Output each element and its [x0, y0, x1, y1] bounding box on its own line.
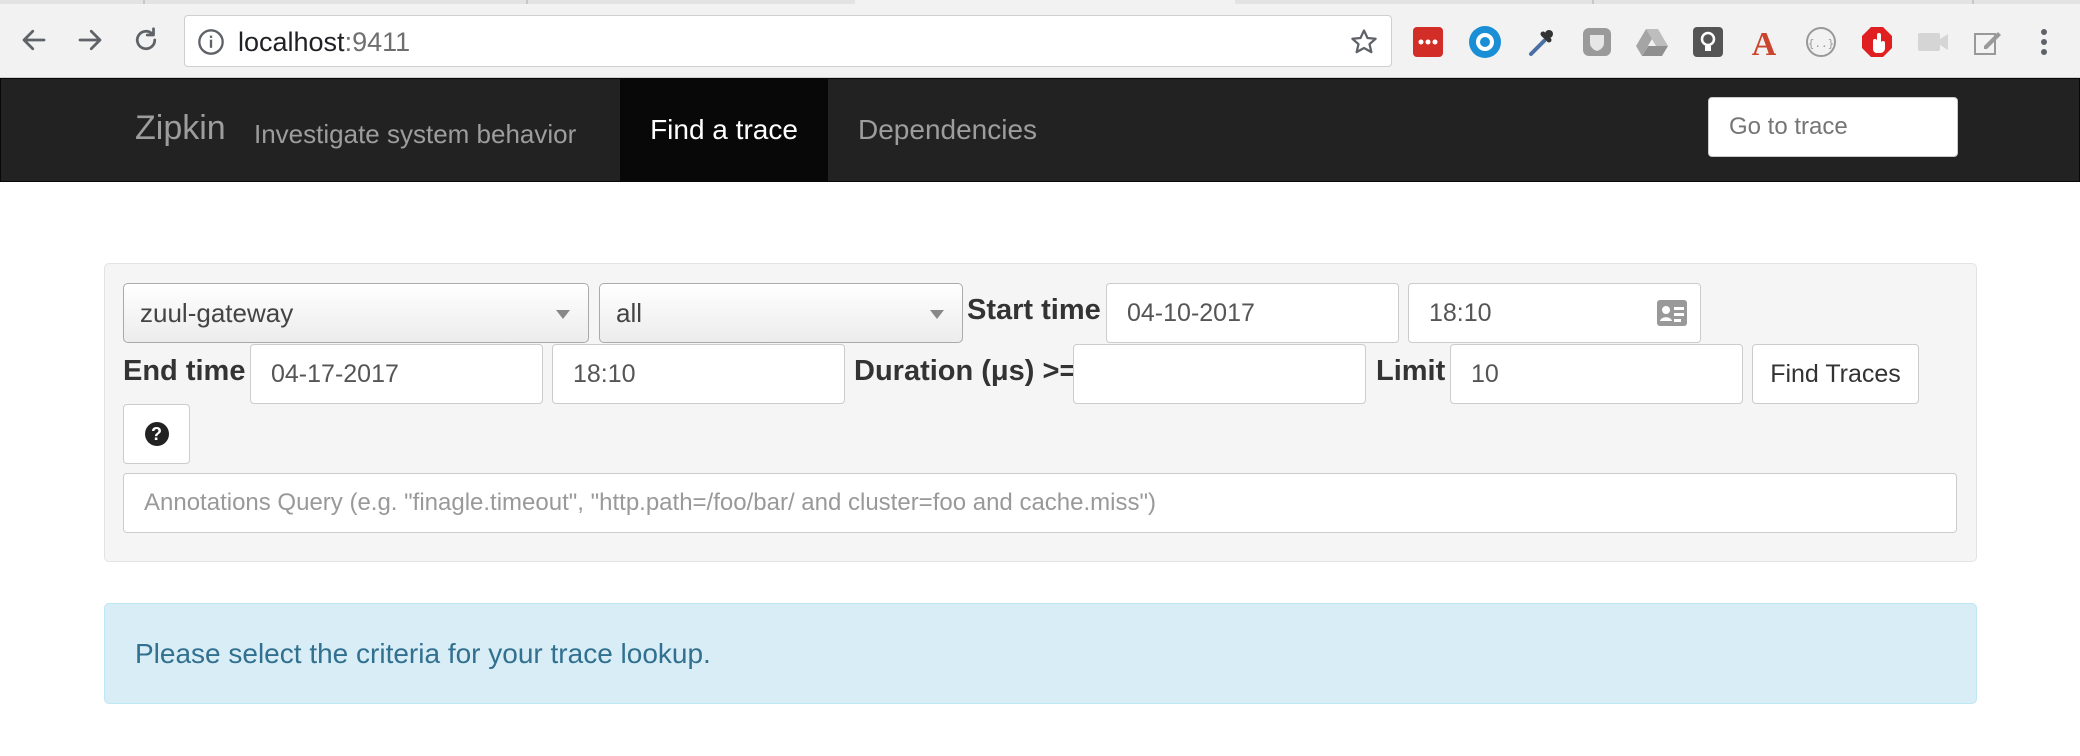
app-navbar: Zipkin Investigate system behavior Find … [0, 78, 2080, 182]
limit-label: Limit [1376, 355, 1446, 387]
forward-arrow-icon [78, 29, 102, 51]
info-icon[interactable] [197, 28, 225, 56]
limit-input[interactable]: 10 [1450, 344, 1743, 404]
brand-tagline: Investigate system behavior [254, 119, 577, 149]
info-alert: Please select the criteria for your trac… [104, 603, 1977, 704]
service-select[interactable]: zuul-gateway [123, 283, 589, 343]
back-button[interactable] [16, 22, 52, 58]
reload-button[interactable] [128, 22, 164, 58]
annotations-query-input[interactable]: Annotations Query (e.g. "finagle.timeout… [123, 473, 1957, 533]
url-text: localhost:9411 [238, 27, 410, 58]
svg-text:A: A [1752, 26, 1777, 59]
camera-icon[interactable] [1916, 25, 1950, 59]
start-time-label: Start time [967, 294, 1101, 326]
adblock-icon[interactable] [1860, 25, 1894, 59]
bookmark-star-icon[interactable] [1349, 27, 1379, 57]
chevron-down-icon [556, 310, 570, 319]
edit-icon[interactable] [1971, 25, 2005, 59]
question-circle-icon: ? [144, 422, 169, 446]
end-time-label: End time [123, 355, 246, 387]
font-icon[interactable]: A [1747, 25, 1781, 59]
circle-icon[interactable] [1468, 25, 1502, 59]
back-arrow-icon [22, 29, 46, 51]
lastpass-icon[interactable] [1411, 25, 1445, 59]
start-date-input[interactable]: 04-10-2017 [1106, 283, 1399, 343]
duration-label: Duration (μs) >= [854, 355, 1077, 387]
json-icon[interactable]: {..} [1804, 25, 1838, 59]
browser-toolbar: localhost:9411 A {..} [0, 4, 2080, 78]
bulb-icon[interactable] [1691, 25, 1725, 59]
find-traces-button[interactable]: Find Traces [1752, 344, 1919, 404]
go-to-trace-input[interactable] [1708, 97, 1958, 157]
address-bar[interactable]: localhost:9411 [184, 15, 1392, 67]
trace-search-form: zuul-gateway all Start time 04-10-2017 1… [104, 263, 1977, 562]
start-time-value: 18:10 [1429, 298, 1492, 327]
end-date-input[interactable]: 04-17-2017 [250, 344, 543, 404]
browser-menu-icon[interactable] [2030, 24, 2058, 60]
url-port: :9411 [344, 27, 411, 57]
tab-dependencies[interactable]: Dependencies [828, 79, 1067, 181]
url-host: localhost [238, 27, 345, 57]
shield-icon[interactable] [1580, 25, 1614, 59]
service-select-value: zuul-gateway [140, 297, 294, 328]
alert-message: Please select the criteria for your trac… [135, 637, 711, 669]
end-time-input[interactable]: 18:10 [552, 344, 845, 404]
span-select[interactable]: all [599, 283, 963, 343]
tab-find-a-trace[interactable]: Find a trace [620, 79, 828, 181]
id-card-icon[interactable] [1656, 298, 1688, 328]
chevron-down-icon [930, 310, 944, 319]
reload-icon [135, 27, 157, 51]
svg-text:{..}: {..} [1808, 37, 1835, 50]
help-button[interactable]: ? [123, 404, 190, 464]
brand-logo[interactable]: Zipkin [135, 109, 226, 148]
drive-icon[interactable] [1635, 25, 1669, 59]
eyedropper-icon[interactable] [1524, 25, 1558, 59]
forward-button[interactable] [72, 22, 108, 58]
start-time-input[interactable]: 18:10 [1408, 283, 1701, 343]
span-select-value: all [616, 297, 643, 328]
duration-input[interactable] [1073, 344, 1366, 404]
